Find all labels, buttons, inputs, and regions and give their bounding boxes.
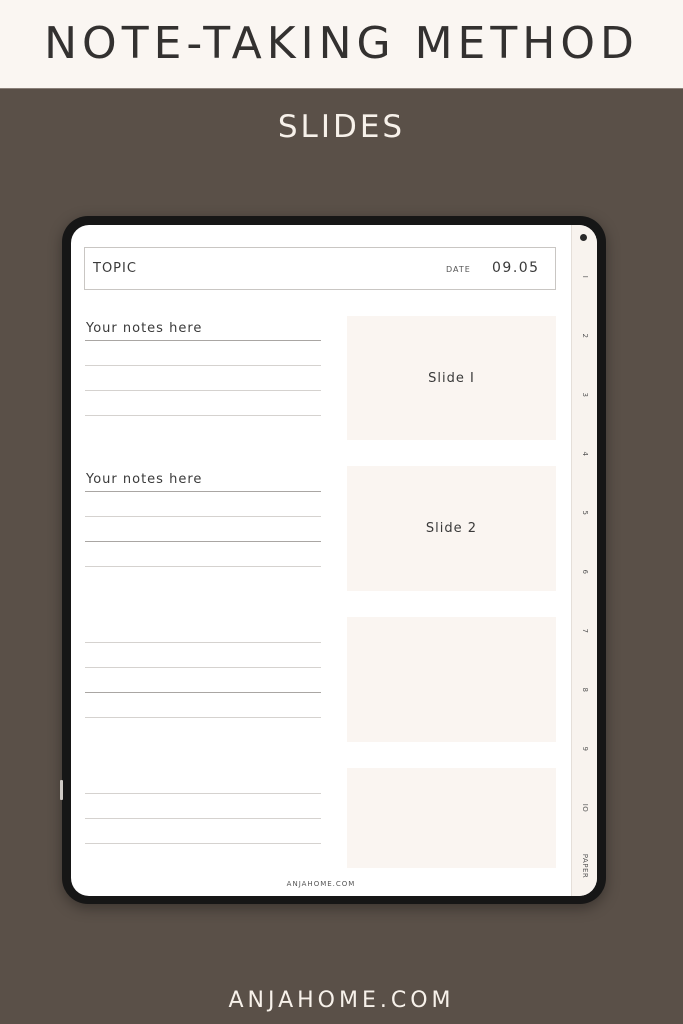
- note-line[interactable]: [85, 390, 321, 391]
- tab-7[interactable]: 7: [581, 618, 589, 644]
- tab-10[interactable]: IO: [581, 795, 589, 821]
- note-line[interactable]: [85, 491, 321, 492]
- tab-9[interactable]: 9: [581, 736, 589, 762]
- footer-brand: ANJAHOME.COM: [228, 988, 455, 1013]
- tab-8[interactable]: 8: [581, 677, 589, 703]
- slide-label: Slide I: [428, 370, 475, 386]
- note-line[interactable]: [85, 541, 321, 542]
- notes-heading: Your notes here: [86, 472, 203, 487]
- tab-strip: I 2 3 4 5 6 7 8 9 IO PAPER: [571, 225, 597, 896]
- tab-4[interactable]: 4: [581, 441, 589, 467]
- note-line[interactable]: [85, 566, 321, 567]
- note-line[interactable]: [85, 818, 321, 819]
- note-line[interactable]: [85, 516, 321, 517]
- title-banner: NOTE-TAKING METHOD: [0, 0, 683, 89]
- tab-5[interactable]: 5: [581, 500, 589, 526]
- tab-6[interactable]: 6: [581, 559, 589, 585]
- date-value: 09.05: [492, 260, 540, 276]
- planner-page: TOPIC DATE 09.05 Your notes here Your no…: [71, 225, 597, 896]
- tab-3[interactable]: 3: [581, 382, 589, 408]
- subtitle: SLIDES: [277, 109, 406, 145]
- tab-1[interactable]: I: [581, 264, 589, 290]
- banner-title: NOTE-TAKING METHOD: [44, 17, 639, 69]
- note-line[interactable]: [85, 717, 321, 718]
- tab-paper[interactable]: PAPER: [581, 853, 589, 879]
- note-line[interactable]: [85, 642, 321, 643]
- note-line[interactable]: [85, 793, 321, 794]
- topic-label: TOPIC: [93, 261, 137, 276]
- slide-box[interactable]: [347, 768, 556, 868]
- notes-heading: Your notes here: [86, 321, 203, 336]
- note-line[interactable]: [85, 667, 321, 668]
- note-line[interactable]: [85, 365, 321, 366]
- tab-2[interactable]: 2: [581, 323, 589, 349]
- tablet-side-button: [60, 780, 63, 800]
- date-label: DATE: [446, 265, 471, 274]
- slide-box[interactable]: Slide I: [347, 316, 556, 440]
- note-line[interactable]: [85, 692, 321, 693]
- note-line[interactable]: [85, 843, 321, 844]
- page-footer-brand: ANJAHOME.COM: [286, 880, 356, 888]
- slide-box[interactable]: [347, 617, 556, 742]
- slide-box[interactable]: Slide 2: [347, 466, 556, 591]
- note-line[interactable]: [85, 340, 321, 341]
- slide-label: Slide 2: [425, 521, 478, 536]
- note-line[interactable]: [85, 415, 321, 416]
- topic-header[interactable]: TOPIC DATE 09.05: [84, 247, 556, 290]
- home-dot-icon[interactable]: [580, 234, 587, 241]
